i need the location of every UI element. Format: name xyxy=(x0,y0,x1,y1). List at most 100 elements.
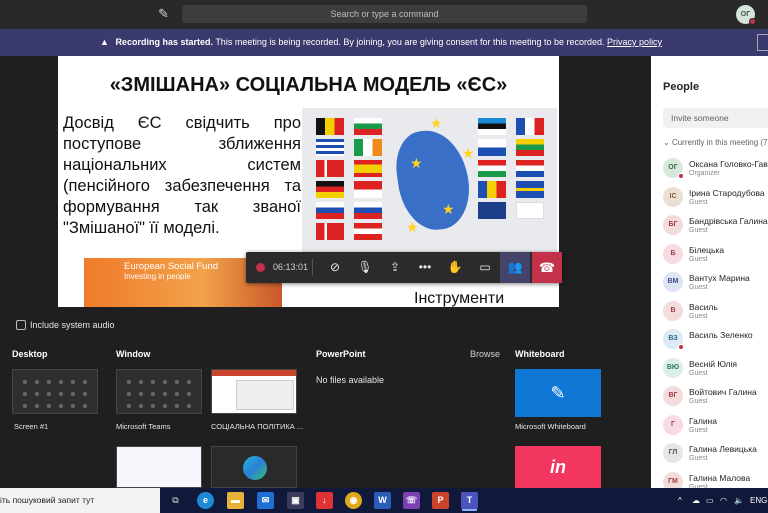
profile-initials: ОГ xyxy=(740,11,751,18)
participant-row[interactable]: В Василь Guest xyxy=(663,298,768,326)
participant-initials: Б xyxy=(670,249,676,257)
hang-up-button[interactable]: ☎ xyxy=(532,252,562,283)
browse-link[interactable]: Browse xyxy=(470,349,500,359)
title-bar: ✎ Search or type a command ОГ xyxy=(0,0,768,29)
chat-icon[interactable]: ▭ xyxy=(470,252,500,283)
tray-battery-icon[interactable]: ▭ xyxy=(706,488,714,513)
flag-france-icon xyxy=(516,118,544,135)
participant-avatar: БГ xyxy=(663,215,683,235)
participant-row[interactable]: ВМ Вантух Марина Guest xyxy=(663,269,768,297)
include-audio-label: Include system audio xyxy=(30,320,115,330)
edge-icon[interactable]: e xyxy=(197,492,214,509)
flag-finland-icon xyxy=(478,139,506,156)
participant-name: Бандрівська Галина xyxy=(689,216,768,226)
flag-austria-icon xyxy=(316,223,344,240)
current-participants-header[interactable]: ⌄ Currently in this meeting (71) xyxy=(663,138,768,147)
tray-chevron-icon[interactable]: ^ xyxy=(678,488,682,513)
meeting-stage: «ЗМІШАНА» СОЦІАЛЬНА МОДЕЛЬ «ЄС» Досвід Є… xyxy=(0,56,651,488)
participant-row[interactable]: ІС Ірина Стародубова Guest xyxy=(663,184,768,212)
people-panel-title: People xyxy=(663,81,700,93)
camera-off-icon[interactable]: ⊘ xyxy=(320,252,350,283)
banner-close-button[interactable] xyxy=(757,34,768,51)
taskbar-search-box[interactable]: іть пошуковий запит тут xyxy=(0,488,160,513)
participant-row[interactable]: ОГ Оксана Головко-Гаврище...Organizer xyxy=(663,155,768,183)
participant-row[interactable]: ГМ Галина Малова Guest xyxy=(663,469,768,488)
participant-initials: ІС xyxy=(669,192,677,200)
flag-slovenia-icon xyxy=(354,202,382,219)
powerpoint-icon[interactable]: P xyxy=(432,492,449,509)
teams-meeting-window: ✎ Search or type a command ОГ ▲ Recordin… xyxy=(0,0,768,513)
participant-row[interactable]: Г Галина Guest xyxy=(663,412,768,440)
participant-avatar: Б xyxy=(663,243,683,264)
banner-title: Recording has started. xyxy=(115,37,213,47)
screen-1-thumbnail[interactable] xyxy=(12,369,98,414)
flag-lithuania-icon xyxy=(516,139,544,156)
store-icon[interactable]: ▣ xyxy=(287,492,304,509)
recording-indicator-icon xyxy=(256,263,265,272)
window-section-title: Window xyxy=(116,349,151,359)
participant-avatar: ОГ xyxy=(663,158,684,179)
current-participants-count: Currently in this meeting (71) xyxy=(671,138,768,147)
participant-role: Guest xyxy=(689,227,708,234)
browser-window-thumbnail[interactable] xyxy=(116,446,202,488)
participant-initials: ВЗ xyxy=(668,335,678,342)
include-system-audio-checkbox[interactable]: Include system audio xyxy=(16,320,115,330)
participant-row[interactable]: ВЮ Весній Юлія Guest xyxy=(663,355,768,383)
slide-body-text: Досвід ЄС свідчить про поступове зближен… xyxy=(63,114,301,237)
more-actions-icon[interactable]: ••• xyxy=(410,252,440,283)
raise-hand-icon[interactable]: ✋ xyxy=(440,252,470,283)
privacy-policy-link[interactable]: Privacy policy xyxy=(607,37,662,47)
downloader-icon[interactable]: ↓ xyxy=(316,492,333,509)
viber-icon[interactable]: ☏ xyxy=(403,492,420,509)
mail-icon[interactable]: ✉ xyxy=(257,492,274,509)
invision-whiteboard-tile[interactable]: in xyxy=(515,446,601,488)
microsoft-whiteboard-tile[interactable]: ✎ xyxy=(515,369,601,417)
participant-role: Guest xyxy=(689,426,708,434)
status-dot-icon xyxy=(678,344,684,350)
participant-role: Organizer xyxy=(689,170,720,177)
teams-window-thumbnail[interactable] xyxy=(116,369,202,414)
task-view-icon[interactable]: ⧉ xyxy=(167,492,184,509)
flag-slovakia-icon xyxy=(316,202,344,219)
command-search-box[interactable]: Search or type a command xyxy=(182,5,587,23)
input-language-indicator[interactable]: ENG xyxy=(750,488,767,513)
tray-cloud-icon[interactable]: ☁ xyxy=(692,488,700,513)
participant-row[interactable]: ГЛ Галина Левицька Guest xyxy=(663,440,768,468)
participant-row[interactable]: БГ Бандрівська Галина Guest xyxy=(663,212,768,240)
chrome-icon[interactable]: ◉ xyxy=(345,492,362,509)
eu-map-icon xyxy=(391,125,475,235)
desktop-section-title: Desktop xyxy=(12,349,48,359)
edge-window-thumbnail[interactable] xyxy=(211,446,297,488)
participant-row[interactable]: Б Білецька Guest xyxy=(663,241,768,269)
participant-name: Галина xyxy=(689,415,717,426)
tray-network-icon[interactable]: ◠ xyxy=(720,488,727,513)
presentation-window-thumbnail[interactable] xyxy=(211,369,297,414)
tray-volume-icon[interactable]: 🔈 xyxy=(734,488,744,513)
participant-avatar: ВМ xyxy=(663,272,683,292)
participants-icon[interactable]: 👥 xyxy=(500,252,530,283)
file-explorer-icon[interactable]: ▬ xyxy=(227,492,244,509)
participant-initials: В xyxy=(670,306,676,314)
busy-status-icon xyxy=(749,18,756,25)
call-controls-bar: 06:13:01 ⊘ 🎙 ⇪ ••• ✋ ▭ 👥 ☎ xyxy=(246,252,562,283)
participant-row[interactable]: ВГ Войтович Галина Guest xyxy=(663,383,768,411)
share-tray-icon[interactable]: ⇪ xyxy=(380,252,410,283)
invite-someone-input[interactable]: Invite someone xyxy=(663,108,768,128)
new-chat-icon[interactable]: ✎ xyxy=(158,7,172,21)
teams-icon[interactable]: T xyxy=(461,492,478,509)
flag-germany-icon xyxy=(316,181,344,198)
profile-avatar[interactable]: ОГ xyxy=(736,5,756,25)
participant-name: Весній Юлія xyxy=(689,358,737,369)
word-icon[interactable]: W xyxy=(374,492,391,509)
banner-message: This meeting is being recorded. By joini… xyxy=(215,37,605,47)
participant-initials: БГ xyxy=(668,221,678,228)
participant-initials: ВМ xyxy=(667,278,679,285)
participant-initials: ОГ xyxy=(668,164,678,171)
participant-name: Василь Зеленко xyxy=(689,330,753,340)
participant-initials: ВГ xyxy=(668,392,678,399)
flag-spain-icon xyxy=(354,160,382,177)
participant-row[interactable]: ВЗ Василь Зеленко xyxy=(663,326,768,354)
mic-muted-icon[interactable]: 🎙 xyxy=(350,252,380,283)
participant-name: Білецька xyxy=(689,244,725,255)
checkbox-icon[interactable] xyxy=(16,320,26,330)
